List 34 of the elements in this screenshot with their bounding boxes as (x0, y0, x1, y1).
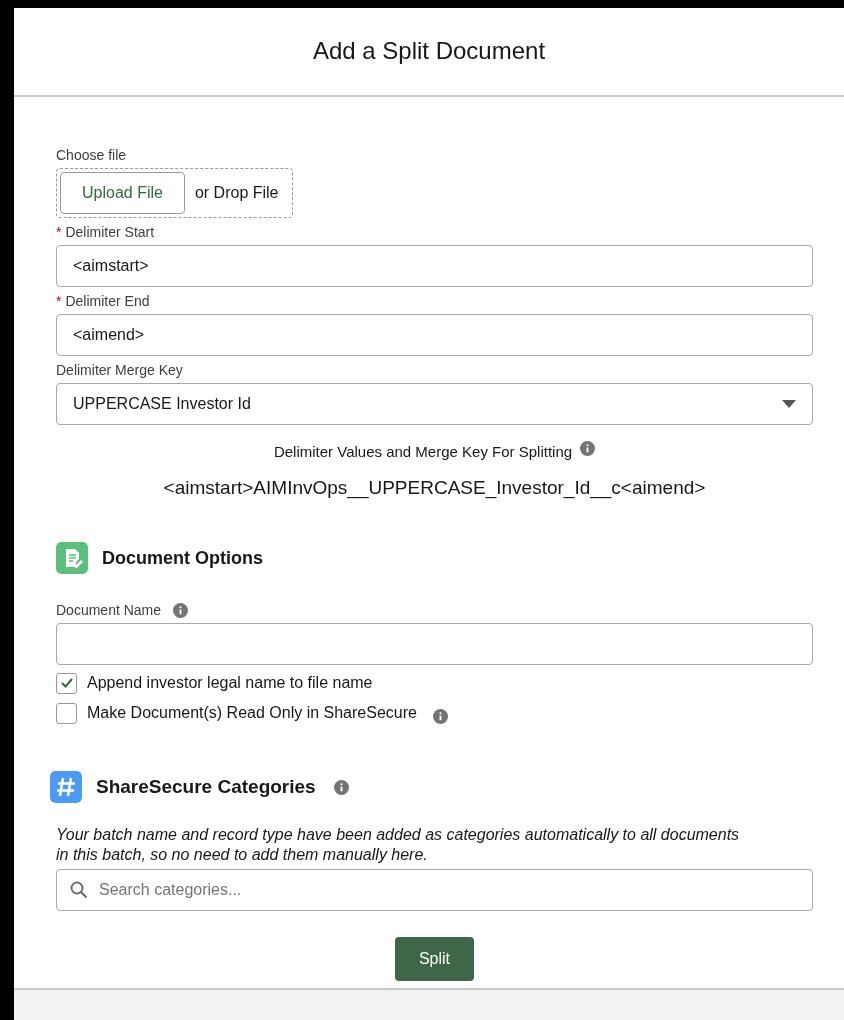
modal-title: Add a Split Document (312, 37, 546, 66)
preview-label: Delimiter Values and Merge Key For Splitting (273, 442, 573, 462)
section-title: Document Options (102, 546, 263, 570)
search-field[interactable]: Search categories... (56, 869, 813, 911)
info-icon[interactable] (580, 440, 596, 456)
drop-text: or Drop File (194, 183, 280, 203)
input-field[interactable] (56, 623, 813, 665)
checkbox-label: Append investor legal name to file name (87, 673, 373, 693)
document-icon (56, 542, 88, 574)
field-label: Choose file (56, 146, 128, 165)
merge-key-preview: <aimstart>AIMInvOps__UPPERCASE_Investor_Id__c<aimend> (162, 475, 707, 501)
caret-icon (782, 400, 796, 408)
field-label: Document Name (56, 601, 162, 620)
split-button[interactable]: Split (394, 937, 475, 981)
field-label: Delimiter Start (65, 223, 155, 242)
checkbox[interactable] (56, 702, 77, 724)
required-mark: * (56, 223, 62, 242)
input-field[interactable]: <aimend> (56, 314, 813, 356)
checkbox[interactable] (56, 672, 77, 694)
section-title: ShareSecure Categories (96, 774, 316, 799)
check-icon (60, 678, 73, 688)
checkbox-label: Make Document(s) Read Only in ShareSecure (87, 703, 417, 723)
select-field[interactable]: UPPERCASE Investor Id (56, 383, 813, 425)
info-icon[interactable] (432, 708, 448, 724)
required-mark: * (56, 292, 62, 311)
upload-button[interactable]: Upload File (60, 172, 185, 214)
field-label: Delimiter End (65, 292, 150, 311)
instruction-text: Your batch name and record type have been added as categories automatically to all documents in this batch, so no need to add them manually here. (56, 825, 741, 865)
info-icon[interactable] (173, 603, 189, 618)
search-icon (70, 881, 88, 899)
hashtag-icon (50, 771, 82, 803)
info-icon[interactable] (333, 779, 349, 795)
input-field[interactable]: <aimstart> (56, 245, 813, 287)
field-label: Delimiter Merge Key (56, 361, 183, 380)
